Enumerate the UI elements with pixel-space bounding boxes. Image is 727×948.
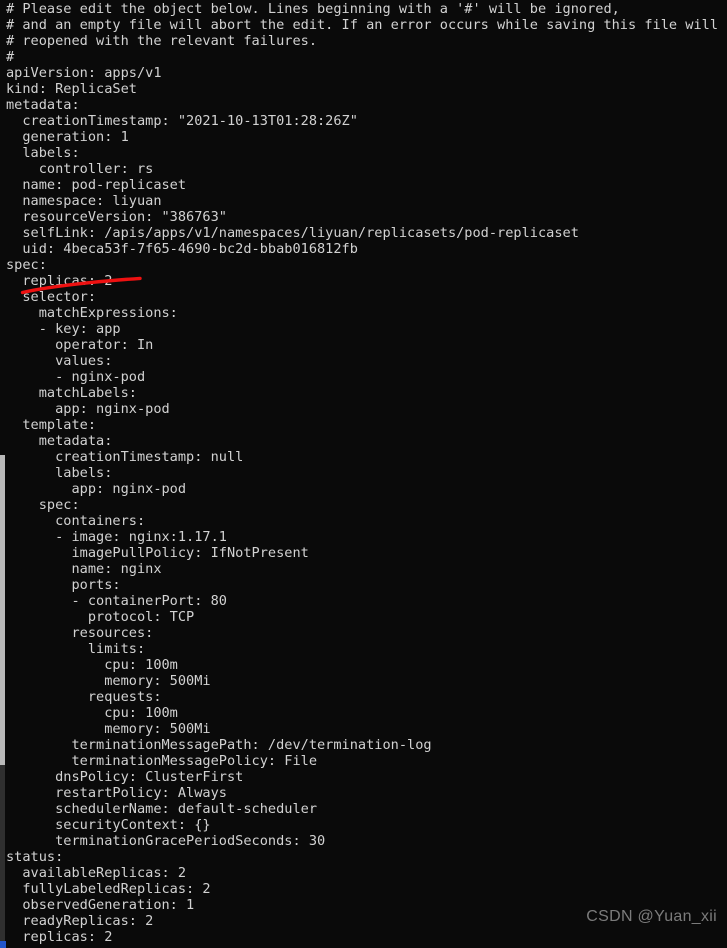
editor-line: namespace: liyuan xyxy=(6,193,162,209)
editor-line: spec: xyxy=(6,257,47,273)
editor-line: apiVersion: apps/v1 xyxy=(6,65,162,81)
editor-line: - containerPort: 80 xyxy=(6,593,227,609)
editor-line: terminationMessagePath: /dev/termination… xyxy=(6,737,432,753)
editor-line: replicas: 2 xyxy=(6,273,113,289)
editor-line: app: nginx-pod xyxy=(6,401,170,417)
editor-line: schedulerName: default-scheduler xyxy=(6,801,317,817)
editor-line: # and an empty file will abort the edit.… xyxy=(6,17,727,33)
scrollbar-track-lower[interactable] xyxy=(0,765,5,948)
editor-line: limits: xyxy=(6,641,146,657)
editor-line: labels: xyxy=(6,465,113,481)
editor-line: - key: app xyxy=(6,321,121,337)
editor-line: status: xyxy=(6,849,64,865)
editor-line: generation: 1 xyxy=(6,129,129,145)
editor-line: protocol: TCP xyxy=(6,609,195,625)
editor-line: spec: xyxy=(6,497,80,513)
terminal-window: # Please edit the object below. Lines be… xyxy=(0,0,727,948)
editor-line: resources: xyxy=(6,625,154,641)
editor-line: operator: In xyxy=(6,337,154,353)
scrollbar-thumb[interactable] xyxy=(0,455,5,765)
editor-line: # xyxy=(6,49,15,65)
editor-line: terminationGracePeriodSeconds: 30 xyxy=(6,833,326,849)
editor-line: # reopened with the relevant failures. xyxy=(6,33,317,49)
editor-line: # Please edit the object below. Lines be… xyxy=(6,1,620,17)
editor-line: resourceVersion: "386763" xyxy=(6,209,227,225)
editor-line: selfLink: /apis/apps/v1/namespaces/liyua… xyxy=(6,225,579,241)
editor-line: containers: xyxy=(6,513,146,529)
editor-line: cpu: 100m xyxy=(6,657,178,673)
editor-line: creationTimestamp: null xyxy=(6,449,244,465)
editor-line: imagePullPolicy: IfNotPresent xyxy=(6,545,309,561)
editor-line: template: xyxy=(6,417,97,433)
editor-line: ports: xyxy=(6,577,121,593)
editor-line: securityContext: {} xyxy=(6,817,211,833)
editor-line: memory: 500Mi xyxy=(6,673,211,689)
editor-line: controller: rs xyxy=(6,161,154,177)
editor-line: fullyLabeledReplicas: 2 xyxy=(6,881,211,897)
editor-line: terminationMessagePolicy: File xyxy=(6,753,317,769)
editor-line: restartPolicy: Always xyxy=(6,785,227,801)
editor-line: cpu: 100m xyxy=(6,705,178,721)
editor-line: metadata: xyxy=(6,433,113,449)
editor-line: uid: 4beca53f-7f65-4690-bc2d-bbab016812f… xyxy=(6,241,358,257)
editor-line: matchExpressions: xyxy=(6,305,178,321)
editor-line: matchLabels: xyxy=(6,385,137,401)
editor-line: labels: xyxy=(6,145,80,161)
editor-line: - nginx-pod xyxy=(6,369,146,385)
editor-line: requests: xyxy=(6,689,162,705)
editor-line: availableReplicas: 2 xyxy=(6,865,187,881)
editor-line: metadata: xyxy=(6,97,80,113)
editor-line: values: xyxy=(6,353,113,369)
editor-line: app: nginx-pod xyxy=(6,481,187,497)
editor-line: memory: 500Mi xyxy=(6,721,211,737)
editor-line: kind: ReplicaSet xyxy=(6,81,137,97)
scrollbar-track[interactable] xyxy=(0,0,6,948)
csdn-watermark: CSDN @Yuan_xii xyxy=(586,908,717,925)
editor-line: name: pod-replicaset xyxy=(6,177,187,193)
editor-text-area[interactable]: # Please edit the object below. Lines be… xyxy=(6,1,727,945)
editor-line: replicas: 2 xyxy=(6,929,113,945)
editor-line: name: nginx xyxy=(6,561,162,577)
editor-line: dnsPolicy: ClusterFirst xyxy=(6,769,244,785)
editor-line: selector: xyxy=(6,289,97,305)
editor-line: creationTimestamp: "2021-10-13T01:28:26Z… xyxy=(6,113,358,129)
editor-line: - image: nginx:1.17.1 xyxy=(6,529,227,545)
